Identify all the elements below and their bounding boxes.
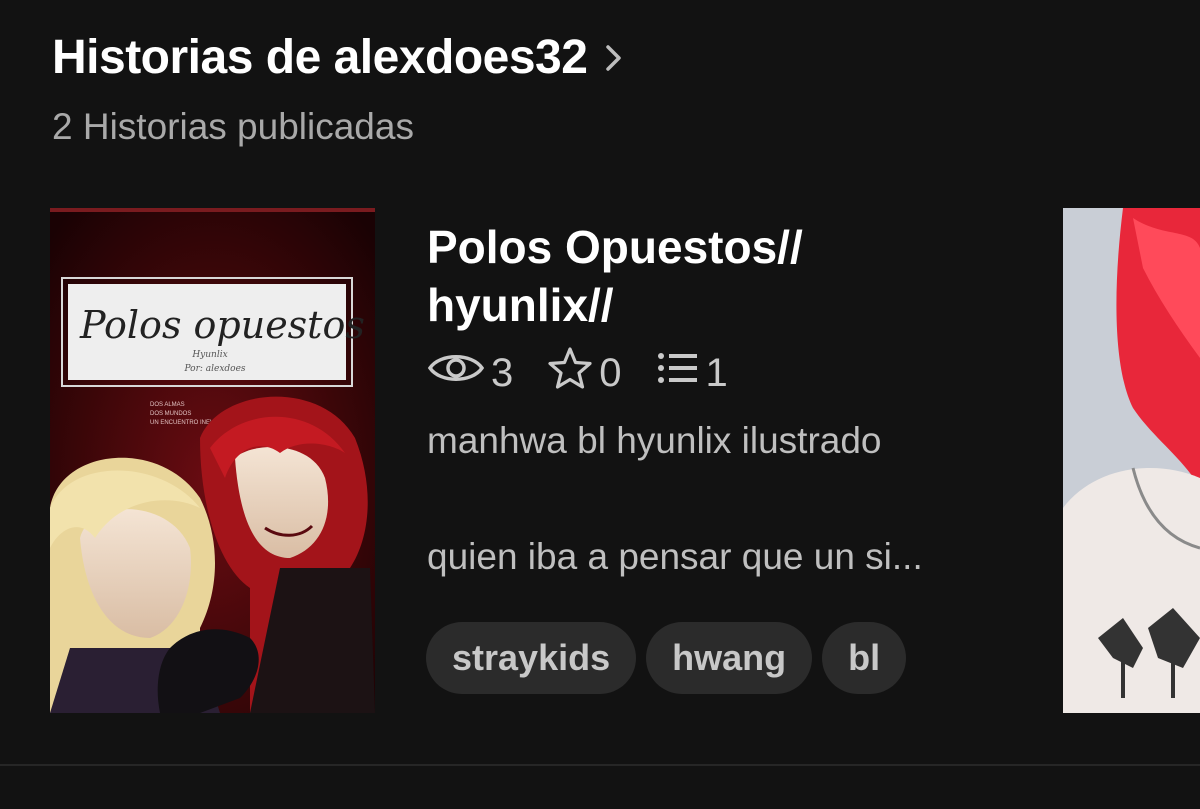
tag-chip[interactable]: bl <box>822 622 907 694</box>
tag-chip[interactable]: hwang <box>646 622 813 694</box>
story-cover-2[interactable] <box>1063 208 1200 713</box>
cover-caption-2: Por: alexdoes <box>183 364 245 374</box>
cover-title-text: Polos opuestos <box>79 303 365 347</box>
star-icon <box>547 346 599 400</box>
story-stats: 3 0 1 <box>427 346 1027 400</box>
reads-count: 3 <box>491 350 514 395</box>
reads-stat: 3 <box>427 348 513 398</box>
section-divider <box>0 764 1200 766</box>
cover-caption-1: Hyunlix <box>191 350 227 360</box>
list-icon <box>656 350 706 396</box>
tag-chip[interactable]: straykids <box>426 622 637 694</box>
votes-count: 0 <box>599 350 622 395</box>
story-cover[interactable]: Polos opuestos Hyunlix Por: alexdoes DOS… <box>50 208 375 713</box>
story-description-line-2: quien iba a pensar que un si... <box>427 536 923 577</box>
stories-count: 2 Historias publicadas <box>52 106 414 147</box>
stories-title-link[interactable]: Historias de alexdoes32 <box>52 30 623 85</box>
votes-stat: 0 <box>547 346 622 400</box>
cover-tagline-1: DOS ALMAS <box>150 402 185 408</box>
chevron-right-icon <box>605 43 623 73</box>
story-title-line-1: Polos Opuestos// <box>427 221 803 273</box>
parts-stat: 1 <box>656 350 728 396</box>
profile-stories-header: Historias de alexdoes32 <box>52 30 623 85</box>
eye-icon <box>427 348 491 398</box>
page-title: Historias de alexdoes32 <box>52 31 588 84</box>
story-title[interactable]: Polos Opuestos// hyunlix// <box>427 218 1027 334</box>
story-title-line-2: hyunlix// <box>427 279 614 331</box>
story-info: Polos Opuestos// hyunlix// 3 0 1 manhwa … <box>427 218 1027 578</box>
story-description-line-1: manhwa bl hyunlix ilustrado <box>427 420 882 461</box>
parts-count: 1 <box>705 350 728 395</box>
story-tags: straykids hwang bl <box>426 622 916 694</box>
cover-tagline-2: DOS MUNDOS <box>150 411 191 417</box>
